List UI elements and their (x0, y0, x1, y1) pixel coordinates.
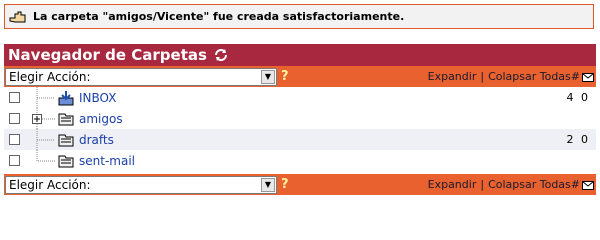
refresh-icon[interactable] (213, 47, 229, 63)
help-icon[interactable]: ? (281, 69, 289, 84)
folder-checkbox[interactable] (9, 113, 20, 124)
hash-link[interactable]: # (571, 178, 580, 191)
success-notice: La carpeta "amigos/Vicente" fue creada s… (4, 4, 594, 29)
folder-browser-header: Navegador de Carpetas (4, 44, 596, 66)
tree-connector (27, 108, 57, 129)
folder-checkbox[interactable] (9, 155, 20, 166)
folder-label[interactable]: sent-mail (79, 154, 135, 168)
page-title: Navegador de Carpetas (8, 46, 207, 64)
folder-row-sent-mail: sent-mail (4, 150, 596, 171)
tree-controls: Expandir | Colapsar Todas # (428, 178, 596, 191)
separator: | (480, 70, 485, 83)
expand-link[interactable]: Expandir (428, 178, 477, 191)
folder-label[interactable]: drafts (79, 133, 114, 147)
chevron-down-icon[interactable]: ▼ (261, 69, 275, 84)
action-select[interactable]: Elegir Acción: ▼ (5, 175, 277, 194)
tree-connector (27, 87, 57, 108)
folder-checkbox[interactable] (9, 92, 20, 103)
action-select[interactable]: Elegir Acción: ▼ (5, 67, 277, 86)
folder-label[interactable]: amigos (79, 112, 123, 126)
hand-pointer-icon (9, 10, 27, 24)
folder-checkbox[interactable] (9, 134, 20, 145)
tree-controls: Expandir | Colapsar Todas # (428, 70, 596, 83)
folder-icon (57, 132, 75, 148)
action-bar-bottom: Elegir Acción: ▼ ? Expandir | Colapsar T… (4, 174, 596, 195)
chevron-down-icon[interactable]: ▼ (261, 177, 275, 192)
envelope-icon[interactable] (582, 72, 594, 82)
action-select-value: Elegir Acción: (9, 69, 91, 84)
folder-row-amigos: amigos (4, 108, 596, 129)
tree-connector (27, 150, 57, 171)
folder-icon (57, 111, 75, 127)
action-select-value: Elegir Acción: (9, 177, 91, 192)
tree-connector (27, 129, 57, 150)
help-icon[interactable]: ? (281, 177, 289, 192)
message-count: 2 0 (566, 133, 590, 146)
collapse-all-link[interactable]: Colapsar Todas (488, 70, 571, 83)
folder-row-drafts: drafts 2 0 (4, 129, 596, 150)
folder-icon (57, 153, 75, 169)
action-bar-top: Elegir Acción: ▼ ? Expandir | Colapsar T… (4, 66, 596, 87)
folder-row-inbox: INBOX 4 0 (4, 87, 596, 108)
separator: | (480, 178, 485, 191)
collapse-all-link[interactable]: Colapsar Todas (488, 178, 571, 191)
message-count: 4 0 (566, 91, 590, 104)
hash-link[interactable]: # (571, 70, 580, 83)
expand-link[interactable]: Expandir (428, 70, 477, 83)
folder-label[interactable]: INBOX (79, 91, 116, 105)
envelope-icon[interactable] (582, 180, 594, 190)
folder-tree: INBOX 4 0 amigos drafts 2 0 sent-mail (4, 87, 596, 171)
inbox-icon (57, 90, 75, 106)
notice-message: La carpeta "amigos/Vicente" fue creada s… (33, 10, 405, 23)
